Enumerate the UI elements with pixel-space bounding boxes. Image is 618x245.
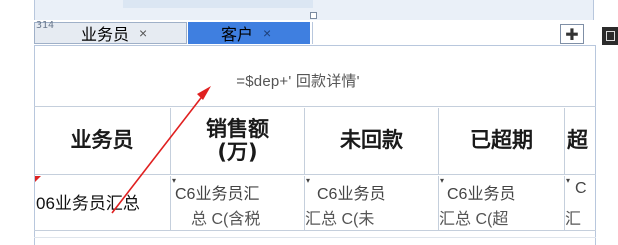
header-salesman[interactable]: 业务员 bbox=[34, 108, 171, 174]
tab-salesman[interactable]: 业务员 × bbox=[34, 22, 187, 44]
cell-text: C6业务员 bbox=[447, 186, 516, 203]
add-tab-button[interactable]: ✚ bbox=[560, 24, 584, 44]
cell-text: 汇 bbox=[565, 211, 582, 228]
cell-overdue-partial[interactable]: ▾ C 汇 bbox=[565, 176, 594, 230]
header-overdue[interactable]: 已超期 bbox=[439, 108, 565, 174]
cell-text: C6业务员汇 bbox=[175, 186, 260, 203]
table-row: 06业务员汇总 ▾ C6业务员汇 总 C(含税 ▾ C6业务员 汇总 C(未 ▾… bbox=[34, 176, 594, 230]
window-icon[interactable] bbox=[602, 27, 618, 45]
cell-text: 汇总 C(超 bbox=[439, 211, 509, 228]
row-number: 314 bbox=[36, 20, 55, 31]
cell-unpaid[interactable]: ▾ C6业务员 汇总 C(未 bbox=[305, 176, 439, 230]
cell-text: 06业务员汇总 bbox=[36, 194, 140, 213]
close-icon[interactable]: × bbox=[139, 25, 147, 41]
tab-customer-label: 客户 bbox=[221, 27, 254, 44]
tab-customer[interactable]: 客户 × bbox=[188, 22, 310, 44]
selection-handle[interactable] bbox=[310, 12, 317, 19]
cell-marker: ▾ bbox=[440, 176, 445, 185]
divider bbox=[34, 106, 596, 107]
plus-icon: ✚ bbox=[565, 24, 579, 44]
cell-marker: ▾ bbox=[306, 176, 311, 185]
header-overdue-partial[interactable]: 超 bbox=[565, 108, 594, 174]
tab-bar-blank-area bbox=[312, 22, 556, 44]
header-unpaid[interactable]: 未回款 bbox=[305, 108, 439, 174]
divider bbox=[34, 237, 596, 238]
cell-text: C bbox=[575, 180, 587, 197]
table-header: 业务员 销售额 (万) 未回款 已超期 超 bbox=[34, 108, 594, 174]
tab-salesman-label: 业务员 bbox=[81, 27, 130, 44]
cell-marker: ▾ bbox=[566, 176, 571, 185]
formula-text[interactable]: =$dep+' 回款详情' bbox=[0, 70, 596, 91]
divider bbox=[34, 230, 596, 231]
cell-text: C6业务员 bbox=[317, 186, 386, 203]
divider bbox=[34, 174, 596, 175]
cell-overdue[interactable]: ▾ C6业务员 汇总 C(超 bbox=[439, 176, 565, 230]
cell-text: 汇总 C(未 bbox=[305, 211, 375, 228]
header-sales-amount[interactable]: 销售额 (万) bbox=[171, 108, 305, 174]
cell-sales-amount[interactable]: ▾ C6业务员汇 总 C(含税 bbox=[171, 176, 305, 230]
cell-salesman-summary[interactable]: 06业务员汇总 bbox=[34, 176, 171, 230]
close-icon[interactable]: × bbox=[263, 25, 271, 41]
comment-marker bbox=[35, 176, 41, 182]
cell-text: 总 C(含税 bbox=[191, 211, 261, 228]
